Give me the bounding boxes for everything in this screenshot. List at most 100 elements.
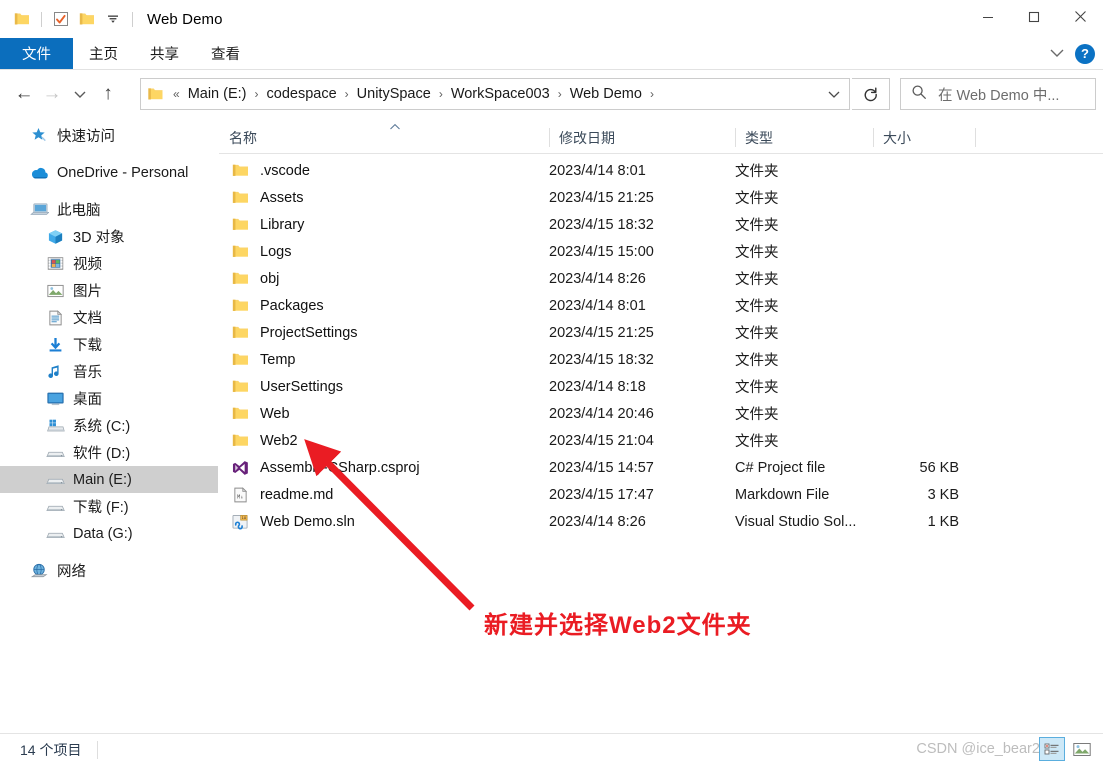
refresh-button[interactable] bbox=[852, 78, 890, 110]
table-row[interactable]: Assembly-CSharp.csproj 2023/4/15 14:57 C# … bbox=[219, 454, 1103, 481]
breadcrumb-sep-4[interactable]: › bbox=[645, 87, 659, 101]
forward-button[interactable]: → bbox=[38, 79, 66, 109]
file-type-cell: 文件夹 bbox=[735, 434, 779, 450]
table-row[interactable]: .vscode 2023/4/14 8:01 文件夹 bbox=[219, 157, 1103, 184]
column-header-date[interactable]: 修改日期 bbox=[549, 122, 735, 154]
sidebar-item-label: 视频 bbox=[73, 257, 102, 273]
column-header-extra[interactable] bbox=[975, 122, 1089, 154]
file-date-cell: 2023/4/14 8:01 bbox=[549, 297, 646, 314]
properties-icon[interactable] bbox=[48, 6, 74, 32]
breadcrumb-item-1[interactable]: codespace bbox=[264, 86, 340, 102]
tab-view[interactable]: 查看 bbox=[195, 38, 256, 69]
table-row[interactable]: Web 2023/4/14 20:46 文件夹 bbox=[219, 400, 1103, 427]
sidebar-item-9[interactable]: 桌面 bbox=[0, 385, 218, 412]
large-icons-view-icon[interactable] bbox=[1069, 737, 1095, 761]
file-date-cell: 2023/4/14 8:26 bbox=[549, 513, 646, 530]
sidebar-item-0[interactable]: 快速访问 bbox=[0, 122, 218, 149]
file-rows: .vscode 2023/4/14 8:01 文件夹 Assets 2023/4/15 … bbox=[219, 154, 1103, 535]
sidebar-item-label: 此电脑 bbox=[57, 203, 101, 219]
table-row[interactable]: 10 Web Demo.sln 2023/4/14 8:26 Visual Studi… bbox=[219, 508, 1103, 535]
close-button[interactable] bbox=[1057, 0, 1103, 33]
drive-icon bbox=[44, 443, 66, 463]
markdown-file-icon: M↓ bbox=[229, 485, 251, 505]
file-type-cell: C# Project file bbox=[735, 459, 826, 476]
sidebar-item-2[interactable]: 此电脑 bbox=[0, 196, 218, 223]
sidebar-item-5[interactable]: 图片 bbox=[0, 277, 218, 304]
network-icon bbox=[28, 561, 50, 581]
table-row[interactable]: Packages 2023/4/14 8:01 文件夹 bbox=[219, 292, 1103, 319]
file-type-cell: 文件夹 bbox=[735, 218, 779, 234]
sidebar-item-7[interactable]: 下载 bbox=[0, 331, 218, 358]
breadcrumb-item-0[interactable]: Main (E:) bbox=[185, 86, 250, 102]
file-size-cell: 56 KB bbox=[919, 459, 960, 476]
breadcrumb-sep-0[interactable]: › bbox=[250, 87, 264, 101]
file-type-cell: Markdown File bbox=[735, 486, 830, 503]
column-header-size[interactable]: 大小 bbox=[873, 122, 975, 154]
minimize-button[interactable] bbox=[965, 0, 1011, 33]
new-folder-icon[interactable] bbox=[74, 6, 100, 32]
table-row[interactable]: Web2 2023/4/15 21:04 文件夹 bbox=[219, 427, 1103, 454]
breadcrumb-sep-3[interactable]: › bbox=[553, 87, 567, 101]
back-button[interactable]: ← bbox=[10, 79, 38, 109]
table-row[interactable]: obj 2023/4/14 8:26 文件夹 bbox=[219, 265, 1103, 292]
videos-icon bbox=[44, 254, 66, 274]
tab-share[interactable]: 共享 bbox=[134, 38, 195, 69]
file-name-cell: Packages bbox=[219, 296, 549, 316]
breadcrumb-item-4[interactable]: Web Demo bbox=[567, 86, 645, 102]
folder-icon bbox=[229, 296, 251, 316]
sidebar-item-14[interactable]: Data (G:) bbox=[0, 520, 218, 547]
help-icon[interactable]: ? bbox=[1075, 43, 1095, 64]
breadcrumb-sep-1[interactable]: › bbox=[340, 87, 354, 101]
folder-icon[interactable] bbox=[9, 6, 35, 32]
address-bar[interactable]: « Main (E:) › codespace › UnitySpace › W… bbox=[140, 78, 850, 110]
address-dropdown-icon[interactable] bbox=[821, 79, 847, 109]
sidebar-item-label: OneDrive - Personal bbox=[57, 164, 189, 181]
table-row[interactable]: Logs 2023/4/15 15:00 文件夹 bbox=[219, 238, 1103, 265]
table-row[interactable]: Library 2023/4/15 18:32 文件夹 bbox=[219, 211, 1103, 238]
table-row[interactable]: Temp 2023/4/15 18:32 文件夹 bbox=[219, 346, 1103, 373]
svg-text:10: 10 bbox=[241, 516, 246, 520]
sidebar-item-10[interactable]: 系统 (C:) bbox=[0, 412, 218, 439]
drive-icon bbox=[44, 497, 66, 517]
file-type-cell: 文件夹 bbox=[735, 407, 779, 423]
details-view-icon[interactable] bbox=[1039, 737, 1065, 761]
customize-qat-icon[interactable] bbox=[100, 6, 126, 32]
recent-locations-button[interactable] bbox=[66, 79, 94, 109]
breadcrumb-sep-2[interactable]: › bbox=[434, 87, 448, 101]
breadcrumb-item-2[interactable]: UnitySpace bbox=[354, 86, 434, 102]
sidebar-item-4[interactable]: 视频 bbox=[0, 250, 218, 277]
breadcrumb-overflow[interactable]: « bbox=[168, 87, 185, 101]
table-row[interactable]: M↓ readme.md 2023/4/15 17:47 Markdown File 3… bbox=[219, 481, 1103, 508]
sidebar-item-label: 系统 (C:) bbox=[73, 419, 131, 435]
sidebar-item-3[interactable]: 3D 对象 bbox=[0, 223, 218, 250]
file-name-label: Packages bbox=[260, 297, 324, 314]
file-name-cell: Assembly-CSharp.csproj bbox=[219, 458, 549, 478]
sidebar-item-12[interactable]: Main (E:) bbox=[0, 466, 218, 493]
sidebar-item-6[interactable]: 文档 bbox=[0, 304, 218, 331]
chevron-down-icon[interactable] bbox=[1049, 45, 1065, 63]
table-row[interactable]: Assets 2023/4/15 21:25 文件夹 bbox=[219, 184, 1103, 211]
column-header-type[interactable]: 类型 bbox=[735, 122, 873, 154]
sidebar-item-11[interactable]: 软件 (D:) bbox=[0, 439, 218, 466]
search-box[interactable]: 在 Web Demo 中... bbox=[900, 78, 1096, 110]
table-row[interactable]: ProjectSettings 2023/4/15 21:25 文件夹 bbox=[219, 319, 1103, 346]
file-name-cell: M↓ readme.md bbox=[219, 485, 549, 505]
sidebar-item-1[interactable]: OneDrive - Personal bbox=[0, 159, 218, 186]
breadcrumb-item-3[interactable]: WorkSpace003 bbox=[448, 86, 553, 102]
tab-home[interactable]: 主页 bbox=[73, 38, 134, 69]
sidebar-item-15[interactable]: 网络 bbox=[0, 557, 218, 584]
folder-icon bbox=[229, 431, 251, 451]
column-header-name[interactable]: 名称 bbox=[219, 122, 549, 154]
sidebar-item-label: 下载 bbox=[73, 338, 102, 354]
table-row[interactable]: UserSettings 2023/4/14 8:18 文件夹 bbox=[219, 373, 1103, 400]
folder-icon bbox=[229, 323, 251, 343]
sidebar-item-8[interactable]: 音乐 bbox=[0, 358, 218, 385]
file-name-cell: Logs bbox=[219, 242, 549, 262]
file-name-cell: 10 Web Demo.sln bbox=[219, 512, 549, 532]
tab-file[interactable]: 文件 bbox=[0, 38, 73, 69]
sidebar-item-13[interactable]: 下载 (F:) bbox=[0, 493, 218, 520]
up-button[interactable]: ↑ bbox=[94, 79, 122, 109]
file-name-cell: UserSettings bbox=[219, 377, 549, 397]
maximize-button[interactable] bbox=[1011, 0, 1057, 33]
